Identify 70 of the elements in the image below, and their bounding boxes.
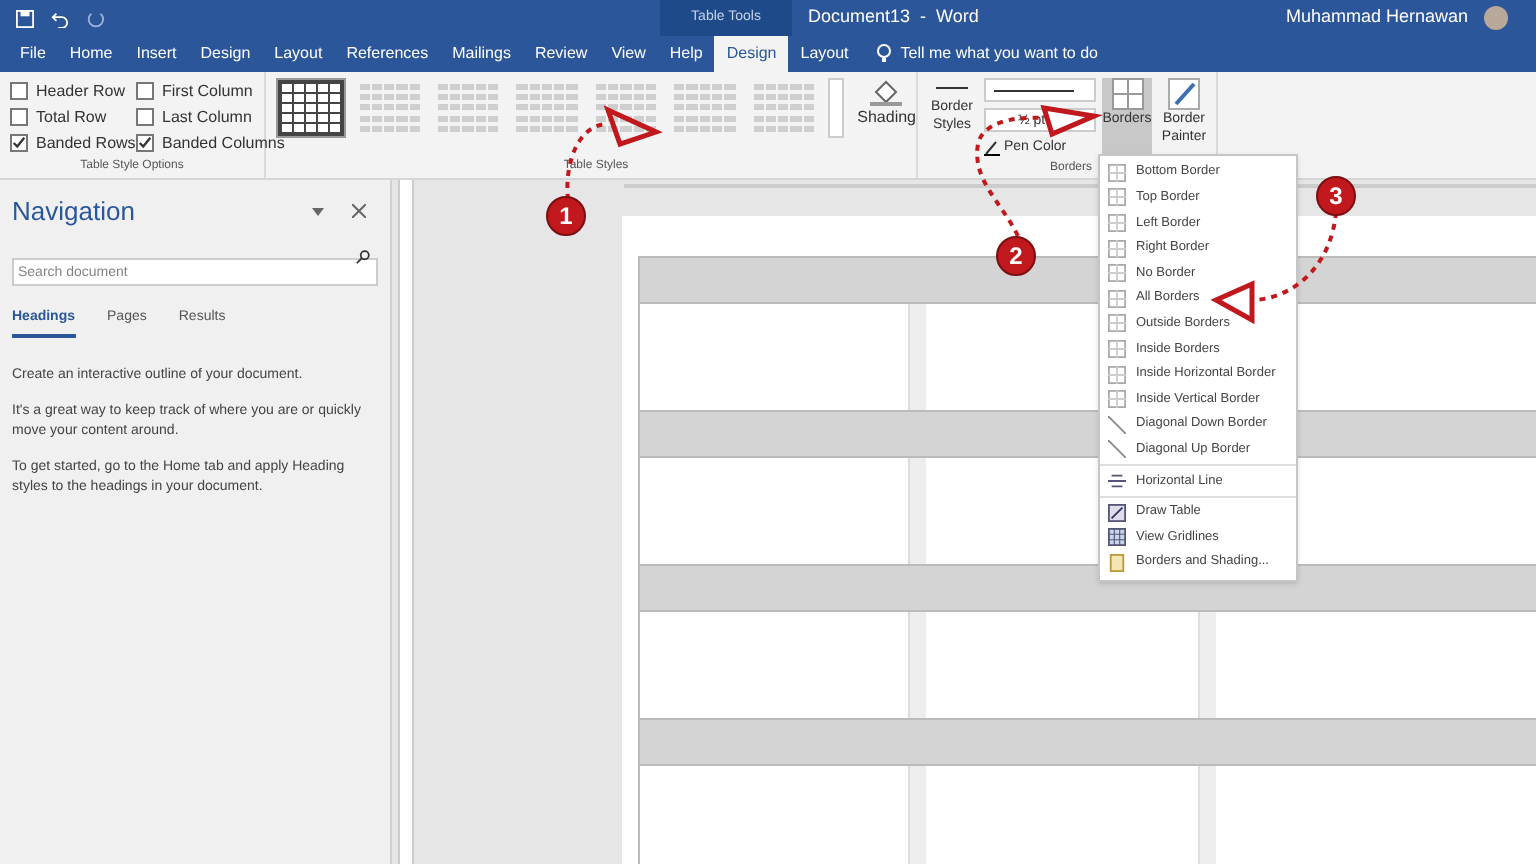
checkbox[interactable] <box>10 134 28 152</box>
ribbon-tab[interactable]: Home <box>57 36 125 72</box>
border-icon <box>1108 314 1126 333</box>
pane-title: Navigation <box>12 194 135 230</box>
save-icon[interactable] <box>16 9 34 27</box>
table-style-thumbnail[interactable] <box>670 78 740 138</box>
table-style-thumbnail[interactable] <box>749 78 818 138</box>
page-icon <box>1108 553 1126 572</box>
redo-icon[interactable] <box>86 9 104 27</box>
border-icon <box>1108 289 1126 308</box>
pencil-table-icon <box>1108 503 1126 522</box>
ribbon-tab[interactable]: Insert <box>124 36 189 72</box>
checkbox[interactable] <box>136 82 154 100</box>
ribbon-tab[interactable]: Design <box>714 36 789 72</box>
step-marker: 3 <box>1316 176 1356 216</box>
ribbon-tab[interactable]: References <box>334 36 441 72</box>
table-style-thumbnail[interactable] <box>512 78 582 138</box>
undo-icon[interactable] <box>50 9 70 27</box>
table-style-thumbnail[interactable] <box>276 78 345 138</box>
avatar[interactable] <box>1484 6 1508 30</box>
checkbox-label: Banded Rows <box>36 131 136 155</box>
lightbulb-icon <box>876 44 893 64</box>
checkbox[interactable] <box>136 108 154 126</box>
user-name: Muhammad Hernawan <box>1285 4 1468 31</box>
checkbox[interactable] <box>136 134 154 152</box>
table-style-thumbnail[interactable] <box>433 78 503 138</box>
ribbon-tab[interactable]: File <box>8 36 58 72</box>
annotation-arrow <box>565 105 663 201</box>
border-icon <box>1108 213 1126 232</box>
ribbon-tab[interactable]: Mailings <box>440 36 523 72</box>
checkbox-label: Total Row <box>36 105 107 129</box>
brush-icon <box>1168 78 1200 110</box>
caret-icon[interactable] <box>312 207 324 216</box>
ribbon-tab[interactable]: View <box>599 36 658 72</box>
border-icon <box>1108 264 1126 283</box>
paint-bucket-icon <box>870 78 903 106</box>
border-icon <box>1108 188 1126 207</box>
horizontal-line-icon <box>1108 471 1126 490</box>
pen-icon <box>984 140 1000 157</box>
annotation-arrow <box>975 104 1103 237</box>
tell-me-field[interactable]: Tell me what you want to do <box>900 42 1098 66</box>
ribbon-tab[interactable]: Layout <box>788 36 861 72</box>
border-icon <box>1108 365 1126 384</box>
line-style-dropdown[interactable] <box>984 78 1096 102</box>
check-icon <box>12 136 26 150</box>
border-icon <box>1108 239 1126 258</box>
window-title: Document13 - Word <box>808 4 979 31</box>
close-icon[interactable] <box>352 204 366 219</box>
ribbon-tab[interactable]: Layout <box>262 36 335 72</box>
diagonal-line-icon <box>1108 440 1126 459</box>
shading-button[interactable]: Shading <box>857 106 916 130</box>
grid-icon <box>1108 528 1126 547</box>
diagonal-line-icon <box>1108 415 1126 434</box>
search-icon <box>356 250 370 264</box>
border-icon <box>1108 390 1126 409</box>
check-icon <box>138 136 152 150</box>
step-marker: 1 <box>546 196 586 236</box>
ribbon-tab[interactable]: Help <box>657 36 715 72</box>
checkbox-label: First Column <box>162 79 253 103</box>
borders-grid-icon <box>1111 78 1143 110</box>
checkbox-label: Header Row <box>36 79 125 103</box>
checkbox[interactable] <box>10 108 28 126</box>
border-icon <box>1108 163 1126 182</box>
checkbox-label: Banded Columns <box>162 131 285 155</box>
ribbon-tab[interactable]: Design <box>188 36 263 72</box>
checkbox[interactable] <box>10 82 28 100</box>
table-style-thumbnail[interactable] <box>355 78 424 138</box>
border-icon <box>1108 339 1126 358</box>
ribbon-tab[interactable]: Review <box>522 36 600 72</box>
checkbox-label: Last Column <box>162 105 252 129</box>
